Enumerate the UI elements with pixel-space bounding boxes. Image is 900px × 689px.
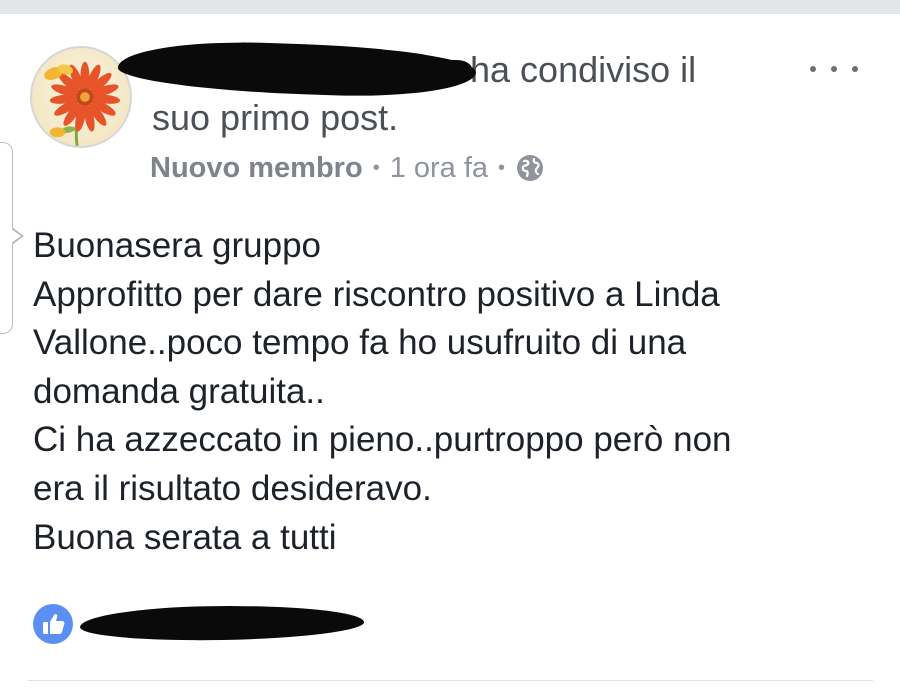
- more-options-button[interactable]: [810, 54, 858, 84]
- avatar[interactable]: [30, 46, 132, 148]
- more-horizontal-icon: [810, 66, 816, 72]
- side-tab-caret-icon: [10, 227, 24, 245]
- redacted-author-name-tail: [432, 60, 472, 82]
- post-body-line: Ci ha azzeccato in pieno..purtroppo però…: [33, 420, 732, 460]
- like-reaction-badge[interactable]: [33, 604, 73, 644]
- post-timestamp[interactable]: 1 ora fa: [390, 152, 488, 185]
- redacted-reactors-names: [79, 603, 365, 643]
- post-body: Buonasera gruppo Approfitto per dare ris…: [33, 222, 863, 562]
- post-body-line: Buona serata a tutti: [33, 517, 337, 557]
- header-action-line1: ha condiviso il: [470, 49, 697, 90]
- meta-separator: •: [372, 156, 380, 179]
- post-bottom-divider: [28, 680, 873, 681]
- post-body-line: Approfitto per dare riscontro positivo a…: [33, 274, 720, 314]
- header-action-line2: suo primo post.: [152, 97, 399, 138]
- member-role-label[interactable]: Nuovo membro: [150, 152, 363, 185]
- post-body-line: era il risultato desideravo.: [33, 468, 432, 508]
- globe-icon[interactable]: [515, 153, 545, 183]
- flower-avatar-icon: [44, 61, 121, 146]
- side-collapse-tab[interactable]: [0, 142, 24, 334]
- post-body-line: Vallone..poco tempo fa ho usufruito di u…: [33, 323, 687, 363]
- thumbs-up-icon: [43, 613, 65, 634]
- top-divider-strip: [0, 0, 900, 14]
- meta-separator-2: •: [498, 156, 506, 179]
- post-body-line: domanda gratuita..: [33, 371, 325, 411]
- post-meta: Nuovo membro • 1 ora fa •: [150, 148, 545, 188]
- post-body-line: Buonasera gruppo: [33, 226, 321, 265]
